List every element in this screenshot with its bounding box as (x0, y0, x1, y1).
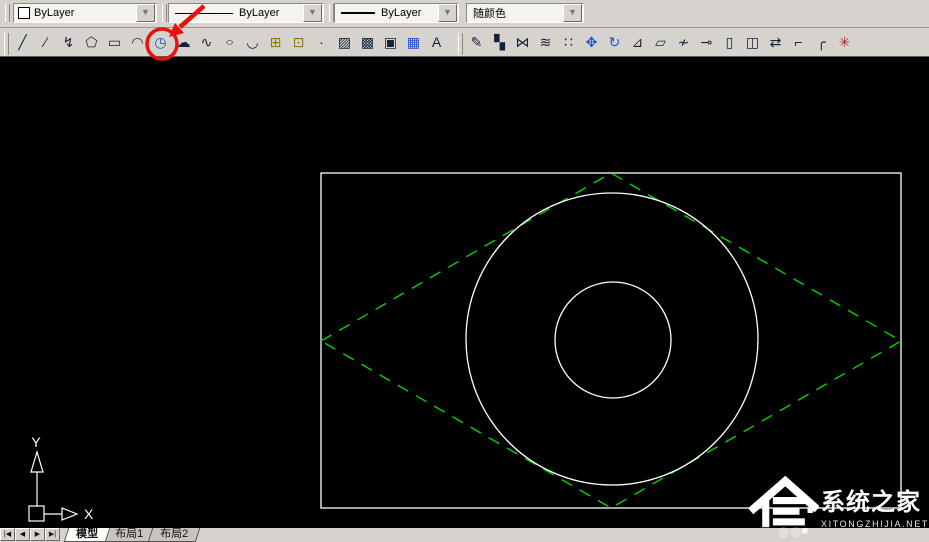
properties-toolbar: ByLayer ▼ ByLayer ▼ ByLayer ▼ 随颜色 ▼ (0, 0, 929, 28)
tab-model[interactable]: 模型 (63, 528, 111, 542)
layout-tabs: 模型 布局1 布局2 (63, 528, 201, 542)
plot-style-control-value: 随颜色 (473, 8, 506, 20)
insert-block-icon[interactable]: ⊞ (264, 30, 287, 55)
polygon-icon[interactable]: ⬠ (80, 30, 103, 55)
ucs-icon: Y X (28, 434, 94, 522)
last-tab-button[interactable]: ▶| (45, 528, 60, 541)
color-control-dropdown-button[interactable]: ▼ (136, 4, 155, 22)
toolbar-grip[interactable] (4, 33, 9, 55)
plot-style-control[interactable]: 随颜色 ▼ (466, 3, 584, 23)
lineweight-control-value: ByLayer (381, 7, 422, 19)
tab-layout2-label: 布局2 (160, 528, 189, 540)
move-icon[interactable]: ✥ (580, 30, 603, 55)
stretch-icon[interactable]: ▱ (649, 30, 672, 55)
region-icon[interactable]: ▣ (379, 30, 402, 55)
make-block-icon[interactable]: ⊡ (287, 30, 310, 55)
draw-toolbar: ╱ ∕ ↯ ⬠ ▭ ◠ ◷ ☁ ∿ ○ ◡ ⊞ ⊡ · ▨ ▩ ▣ ▦ A (2, 29, 448, 56)
draw-modify-toolbars: ╱ ∕ ↯ ⬠ ▭ ◠ ◷ ☁ ∿ ○ ◡ ⊞ ⊡ · ▨ ▩ ▣ ▦ A ✎ … (0, 28, 929, 57)
arc-icon[interactable]: ◠ (126, 30, 149, 55)
scale-icon[interactable]: ⊿ (626, 30, 649, 55)
polyline-icon[interactable]: ↯ (57, 30, 80, 55)
drawn-dashed-diamond[interactable] (319, 172, 903, 509)
lineweight-sample-icon (341, 12, 375, 14)
gradient-icon[interactable]: ▩ (356, 30, 379, 55)
next-tab-button[interactable]: ▶ (30, 528, 45, 541)
linetype-control[interactable]: ByLayer ▼ (168, 3, 324, 23)
lineweight-control-dropdown-button[interactable]: ▼ (438, 4, 457, 22)
construction-line-icon[interactable]: ∕ (34, 30, 57, 55)
previous-tab-button[interactable]: ◀ (15, 528, 30, 541)
tab-layout1-label: 布局1 (115, 528, 144, 540)
trim-icon[interactable]: ≁ (672, 30, 695, 55)
color-control[interactable]: ByLayer ▼ (13, 3, 157, 23)
tab-layout2[interactable]: 布局2 (147, 528, 201, 542)
ucs-y-label: Y (31, 434, 41, 450)
color-control-value: ByLayer (34, 7, 75, 19)
join-icon[interactable]: ⇄ (764, 30, 787, 55)
hatch-icon[interactable]: ▨ (333, 30, 356, 55)
break-at-point-icon[interactable]: ▯ (718, 30, 741, 55)
chevron-down-icon: ▼ (141, 7, 150, 17)
break-icon[interactable]: ◫ (741, 30, 764, 55)
linetype-control-dropdown-button[interactable]: ▼ (303, 4, 322, 22)
linetype-control-value: ByLayer (239, 7, 280, 19)
fillet-icon[interactable]: ╭ (810, 30, 833, 55)
copy-icon[interactable]: ▚ (488, 30, 511, 55)
toolbar-grip[interactable] (162, 4, 167, 22)
layout-tab-bar: |◀ ◀ ▶ ▶| 模型 布局1 布局2 (0, 528, 929, 542)
model-space-canvas[interactable]: Y X (0, 57, 929, 528)
drawn-rectangle[interactable] (320, 172, 902, 509)
chamfer-icon[interactable]: ⌐ (787, 30, 810, 55)
ucs-x-label: X (84, 506, 94, 522)
autocad-window: { "properties_toolbar": { "color": { "va… (0, 0, 929, 542)
erase-icon[interactable]: ✎ (465, 30, 488, 55)
revision-cloud-icon[interactable]: ☁ (172, 30, 195, 55)
array-icon[interactable]: ∷ (557, 30, 580, 55)
multiline-text-icon[interactable]: A (425, 30, 448, 55)
color-swatch-icon (18, 7, 30, 19)
explode-icon[interactable]: ✳ (833, 30, 856, 55)
point-icon[interactable]: · (310, 30, 333, 55)
ellipse-arc-icon[interactable]: ◡ (241, 30, 264, 55)
extend-icon[interactable]: ⊸ (695, 30, 718, 55)
linetype-sample-icon (175, 12, 233, 14)
modify-toolbar: ✎ ▚ ⋈ ≋ ∷ ✥ ↻ ⊿ ▱ ≁ ⊸ ▯ ◫ ⇄ ⌐ ╭ ✳ (456, 29, 856, 56)
drawing-entities: Y X (28, 172, 903, 522)
offset-icon[interactable]: ≋ (534, 30, 557, 55)
rotate-icon[interactable]: ↻ (603, 30, 626, 55)
spline-icon[interactable]: ∿ (195, 30, 218, 55)
chevron-down-icon: ▼ (568, 7, 577, 17)
toolbar-grip[interactable] (5, 4, 10, 22)
drawn-outer-circle[interactable] (465, 192, 759, 486)
rectangle-icon[interactable]: ▭ (103, 30, 126, 55)
table-icon[interactable]: ▦ (402, 30, 425, 55)
lineweight-control[interactable]: ByLayer ▼ (334, 3, 459, 23)
mirror-icon[interactable]: ⋈ (511, 30, 534, 55)
ellipse-icon[interactable]: ○ (218, 34, 241, 52)
line-icon[interactable]: ╱ (11, 30, 34, 55)
circle-icon[interactable]: ◷ (149, 30, 172, 55)
toolbar-grip[interactable] (458, 33, 463, 55)
chevron-down-icon: ▼ (443, 7, 452, 17)
first-tab-button[interactable]: |◀ (0, 528, 15, 541)
tab-model-label: 模型 (76, 528, 99, 540)
chevron-down-icon: ▼ (308, 7, 317, 17)
drawn-inner-circle[interactable] (554, 281, 672, 399)
plot-style-control-dropdown-button[interactable]: ▼ (563, 4, 582, 22)
